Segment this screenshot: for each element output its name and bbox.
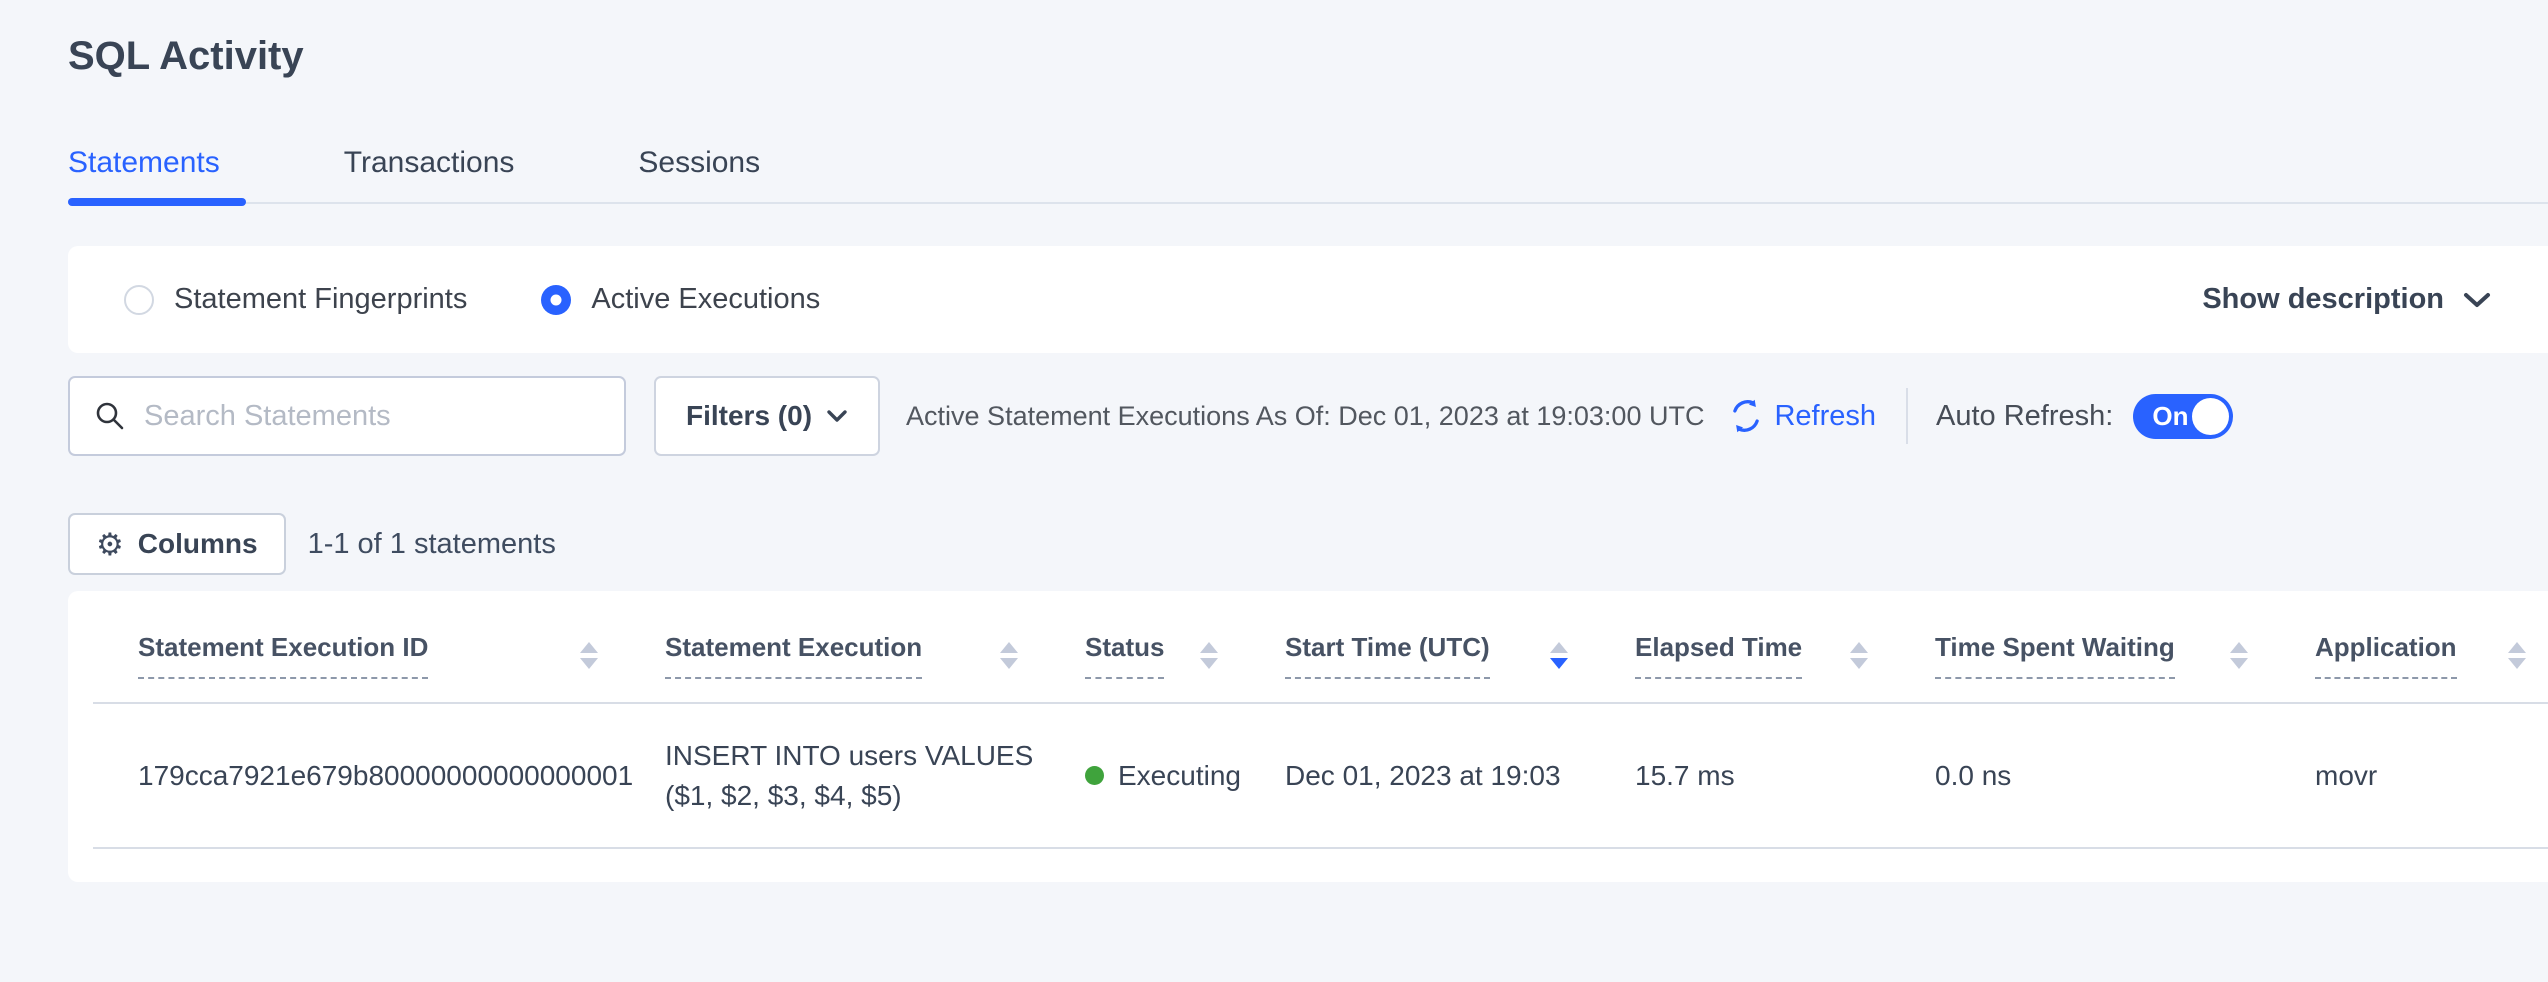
tab-transactions-label: Transactions xyxy=(344,146,515,179)
table-header-row: Statement Execution ID Statement Executi… xyxy=(93,591,2548,704)
column-header-label: Time Spent Waiting xyxy=(1935,632,2175,679)
table-row[interactable]: 179cca7921e679b80000000000000001 INSERT … xyxy=(93,704,2548,849)
refresh-label: Refresh xyxy=(1774,400,1876,433)
sort-icon[interactable] xyxy=(1200,642,1218,669)
search-icon xyxy=(94,400,126,432)
view-mode-card: Statement Fingerprints Active Executions… xyxy=(68,246,2548,353)
column-header-statement-execution-id[interactable]: Statement Execution ID xyxy=(93,591,620,702)
radio-active-executions-label: Active Executions xyxy=(591,283,820,316)
column-header-application[interactable]: Application xyxy=(2270,591,2548,702)
statements-table: Statement Execution ID Statement Executi… xyxy=(93,591,2548,849)
radio-unselected-icon xyxy=(124,285,154,315)
show-description-toggle[interactable]: Show description xyxy=(2202,283,2492,316)
vertical-divider xyxy=(1906,388,1908,444)
status-executing-dot-icon xyxy=(1085,766,1104,785)
filters-button[interactable]: Filters (0) xyxy=(654,376,880,456)
toggle-knob-icon xyxy=(2192,398,2229,435)
sort-icon[interactable] xyxy=(580,642,598,669)
radio-statement-fingerprints-label: Statement Fingerprints xyxy=(174,283,467,316)
column-header-time-spent-waiting[interactable]: Time Spent Waiting xyxy=(1890,591,2270,702)
auto-refresh-toggle[interactable]: On xyxy=(2133,394,2233,439)
sort-icon[interactable] xyxy=(1000,642,1018,669)
radio-selected-icon xyxy=(541,285,571,315)
page-title: SQL Activity xyxy=(68,30,2548,82)
column-header-label: Statement Execution xyxy=(665,632,922,679)
cell-elapsed-time: 15.7 ms xyxy=(1590,760,1890,792)
search-box xyxy=(68,376,626,456)
tab-statements[interactable]: Statements xyxy=(68,146,226,202)
column-header-elapsed-time[interactable]: Elapsed Time xyxy=(1590,591,1890,702)
column-header-label: Statement Execution ID xyxy=(138,632,428,679)
cell-status: Executing xyxy=(1040,760,1240,792)
result-count: 1-1 of 1 statements xyxy=(308,528,556,561)
columns-button-label: Columns xyxy=(138,528,258,560)
column-header-label: Application xyxy=(2315,632,2457,679)
sort-desc-icon[interactable] xyxy=(1550,642,1568,669)
sort-icon[interactable] xyxy=(2230,642,2248,669)
sql-line-2: ($1, $2, $3, $4, $5) xyxy=(665,776,1040,816)
column-header-label: Elapsed Time xyxy=(1635,632,1802,679)
as-of-timestamp: Active Statement Executions As Of: Dec 0… xyxy=(906,401,1704,432)
auto-refresh-label: Auto Refresh: xyxy=(1936,400,2113,433)
statements-table-card: Statement Execution ID Statement Executi… xyxy=(68,591,2548,882)
radio-active-executions[interactable]: Active Executions xyxy=(541,283,820,316)
sql-line-1: INSERT INTO users VALUES xyxy=(665,736,1040,776)
columns-button[interactable]: ⚙ Columns xyxy=(68,513,286,575)
show-description-label: Show description xyxy=(2202,283,2444,316)
tab-sessions[interactable]: Sessions xyxy=(638,146,766,202)
cell-statement-execution[interactable]: INSERT INTO users VALUES ($1, $2, $3, $4… xyxy=(620,736,1040,816)
cell-start-time: Dec 01, 2023 at 19:03 xyxy=(1240,760,1590,792)
auto-refresh-state: On xyxy=(2152,401,2188,432)
search-input[interactable] xyxy=(144,400,600,433)
radio-statement-fingerprints[interactable]: Statement Fingerprints xyxy=(124,283,467,316)
column-header-label: Status xyxy=(1085,632,1164,679)
status-label: Executing xyxy=(1118,760,1241,792)
filters-button-label: Filters (0) xyxy=(686,400,812,432)
tab-bar: Statements Transactions Sessions xyxy=(68,146,2548,204)
refresh-icon xyxy=(1728,398,1764,434)
cell-time-spent-waiting: 0.0 ns xyxy=(1890,760,2270,792)
tab-statements-label: Statements xyxy=(68,146,220,179)
cell-application: movr xyxy=(2270,760,2548,792)
column-header-status[interactable]: Status xyxy=(1040,591,1240,702)
sql-activity-page: SQL Activity Statements Transactions Ses… xyxy=(0,0,2548,882)
column-header-statement-execution[interactable]: Statement Execution xyxy=(620,591,1040,702)
column-header-label: Start Time (UTC) xyxy=(1285,632,1490,679)
gear-icon: ⚙ xyxy=(96,529,124,560)
tab-sessions-label: Sessions xyxy=(638,146,760,179)
sort-icon[interactable] xyxy=(1850,642,1868,669)
chevron-down-icon xyxy=(826,409,848,423)
refresh-button[interactable]: Refresh xyxy=(1728,398,1876,434)
sort-icon[interactable] xyxy=(2508,642,2526,669)
controls-row: Filters (0) Active Statement Executions … xyxy=(68,376,2548,456)
tab-transactions[interactable]: Transactions xyxy=(344,146,521,202)
table-meta-row: ⚙ Columns 1-1 of 1 statements xyxy=(68,513,2548,575)
chevron-down-icon xyxy=(2462,291,2492,309)
cell-statement-execution-id[interactable]: 179cca7921e679b80000000000000001 xyxy=(93,760,620,792)
column-header-start-time[interactable]: Start Time (UTC) xyxy=(1240,591,1590,702)
active-tab-indicator xyxy=(68,198,246,206)
